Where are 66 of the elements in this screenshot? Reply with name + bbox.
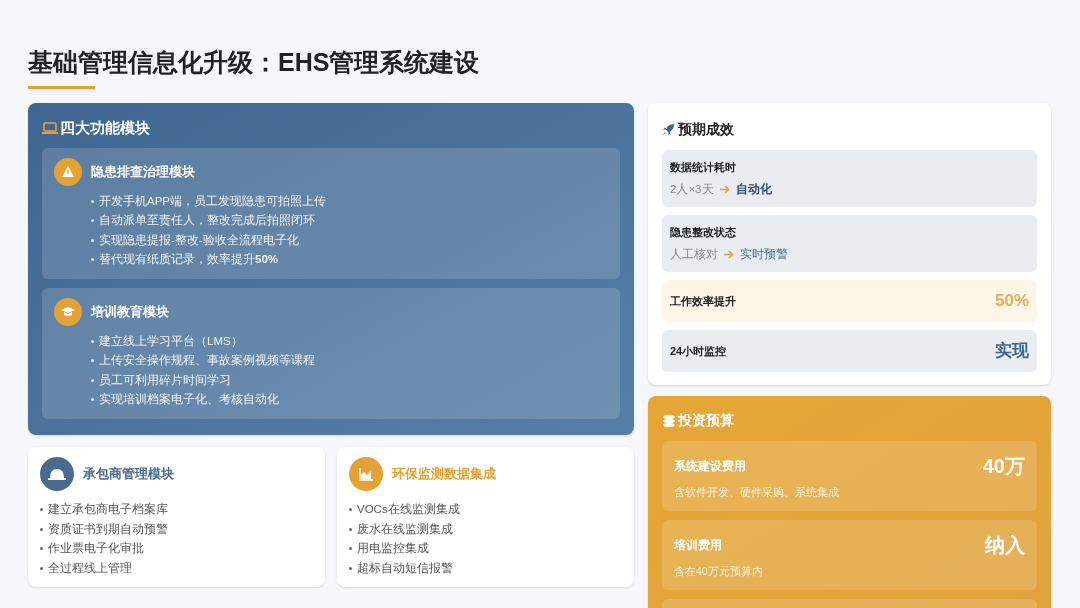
bullet-text: 实现培训档案电子化、考核自动化 <box>99 392 279 408</box>
bullet-icon <box>91 398 94 402</box>
bullet-text: 开发手机APP端，员工发现隐患可拍照上传 <box>99 193 326 209</box>
bullet-text: 建立承包商电子档案库 <box>48 502 168 518</box>
card-title: 预期成效 <box>678 120 734 139</box>
area-chart-icon <box>349 457 383 491</box>
page-title: 基础管理信息化升级：EHS管理系统建设 <box>28 47 481 78</box>
module-title: 承包商管理模块 <box>83 465 174 484</box>
card-title: 投资预算 <box>678 411 734 430</box>
result-label: 隐患整改状态 <box>670 225 737 240</box>
bullet-text: 废水在线监测集成 <box>357 521 453 537</box>
rocket-icon <box>662 123 675 136</box>
bullet-text: 资质证书到期自动预警 <box>48 521 168 537</box>
bullet-icon <box>40 508 43 512</box>
budget-note: 含软件开发、硬件采购、系统集成 <box>674 485 840 500</box>
budget-value: 40万 <box>982 454 1025 479</box>
bullet-icon <box>40 527 43 531</box>
arrow-icon <box>719 184 730 194</box>
bullet-icon <box>349 566 352 570</box>
result-label: 工作效率提升 <box>670 293 736 309</box>
graduation-cap-icon <box>54 297 82 326</box>
panel-title: 四大功能模块 <box>60 118 150 138</box>
laptop-icon <box>42 121 58 136</box>
bullet-text: 超标自动短信报警 <box>357 560 453 576</box>
bullet-text: 替代现有纸质记录，效率提升50% <box>99 252 279 268</box>
module-title: 隐患排查治理模块 <box>91 162 195 181</box>
result-label: 数据统计耗时 <box>670 160 737 175</box>
budget-label: 培训费用 <box>674 537 722 554</box>
arrow-icon <box>724 249 734 259</box>
bullet-icon <box>40 566 43 570</box>
title-underline <box>28 86 95 89</box>
bullet-icon <box>40 547 43 551</box>
result-after: 自动化 <box>735 181 772 197</box>
bullet-text: 实现隐患提报-整改-验收全流程电子化 <box>99 232 299 248</box>
coins-icon <box>662 414 676 427</box>
budget-label: 系统建设费用 <box>674 458 746 475</box>
result-value: 50% <box>994 290 1029 313</box>
module-title: 培训教育模块 <box>91 302 169 321</box>
bullet-text: 员工可利用碎片时间学习 <box>99 372 231 388</box>
bullet-text: 建立线上学习平台（LMS） <box>99 333 243 349</box>
bullet-icon <box>91 238 94 242</box>
result-before: 2人×3天 <box>670 181 714 197</box>
result-value: 实现 <box>995 340 1029 363</box>
bullet-icon <box>349 527 352 531</box>
bullet-text: VOCs在线监测集成 <box>357 502 460 518</box>
bullet-text: 上传安全操作规程、事故案例视频等课程 <box>99 353 315 369</box>
bullet-icon <box>91 359 94 363</box>
bullet-icon <box>91 199 94 203</box>
bullet-icon <box>91 378 94 382</box>
bullet-icon <box>91 258 94 262</box>
budget-value: 纳入 <box>985 533 1025 558</box>
result-after: 实时预警 <box>740 246 788 262</box>
bullet-icon <box>349 508 352 512</box>
module-title: 环保监测数据集成 <box>392 465 496 484</box>
result-before: 人工核对 <box>670 246 718 262</box>
bullet-icon <box>91 219 94 223</box>
bullet-text: 自动派单至责任人，整改完成后拍照闭环 <box>99 213 315 229</box>
budget-note: 含在40万元预算内 <box>674 564 764 579</box>
warning-icon <box>54 157 82 186</box>
bullet-text: 用电监控集成 <box>357 541 429 557</box>
bullet-icon <box>91 339 94 343</box>
bullet-text: 全过程线上管理 <box>48 560 132 576</box>
result-label: 24小时监控 <box>670 343 727 359</box>
bullet-text: 作业票电子化审批 <box>48 541 144 557</box>
bullet-icon <box>349 547 352 551</box>
hard-hat-icon <box>40 457 74 491</box>
